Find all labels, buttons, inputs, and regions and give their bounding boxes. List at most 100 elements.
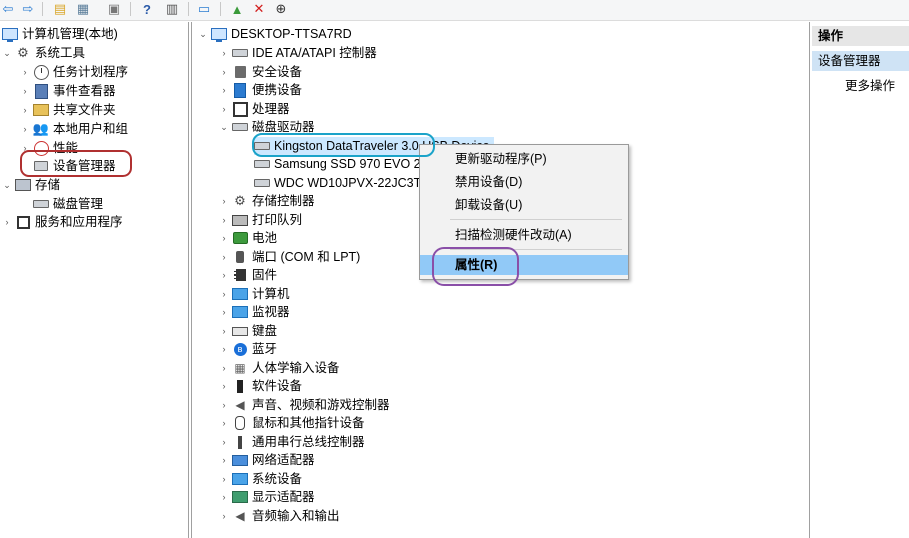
menu-item-update-driver[interactable]: 更新驱动程序(P) — [420, 149, 628, 169]
help-icon[interactable]: ? — [139, 1, 155, 17]
device-category2-12[interactable]: › 鼠标和其他指针设备 — [219, 414, 365, 432]
chevron-right-icon[interactable]: › — [20, 63, 30, 81]
chevron-right-icon[interactable]: › — [219, 248, 229, 266]
actions-pane: 操作 设备管理器 更多操作 — [812, 22, 909, 538]
chevron-right-icon[interactable]: › — [219, 470, 229, 488]
chevron-right-icon[interactable]: › — [20, 120, 30, 138]
properties-icon[interactable]: ▣ — [106, 1, 122, 17]
device-category2-4[interactable]: › 固件 — [219, 266, 278, 284]
device-category2-10[interactable]: › 软件设备 — [219, 377, 303, 395]
device-category2-8[interactable]: › ʙ 蓝牙 — [219, 340, 278, 358]
device-tree-root[interactable]: ⌄ DESKTOP-TTSA7RD — [198, 25, 352, 43]
tree-root[interactable]: 计算机管理(本地) — [2, 25, 118, 43]
computer-management-icon — [2, 26, 18, 42]
storage-controller-icon: ⚙ — [234, 193, 246, 208]
device-tree-label: IDE ATA/ATAPI 控制器 — [252, 46, 377, 60]
menu-item-scan-hardware[interactable]: 扫描检测硬件改动(A) — [420, 225, 628, 245]
chevron-right-icon[interactable]: › — [219, 414, 229, 432]
chevron-down-icon[interactable]: ⌄ — [2, 44, 12, 62]
chevron-right-icon[interactable]: › — [219, 451, 229, 469]
monitor-icon[interactable]: ▭ — [196, 1, 212, 17]
actions-section-device-manager[interactable]: 设备管理器 — [812, 51, 909, 71]
forward-arrow-icon[interactable]: ⇨ — [20, 1, 36, 17]
disk-item-2[interactable]: WDC WD10JPVX-22JC3T — [254, 174, 421, 192]
device-tree-label: Samsung SSD 970 EVO 2 — [274, 157, 421, 171]
chevron-right-icon[interactable]: › — [219, 211, 229, 229]
chevron-right-icon[interactable]: › — [219, 229, 229, 247]
device-tree-label: 计算机 — [252, 287, 290, 301]
action-pane-icon[interactable]: ▥ — [164, 1, 180, 17]
menu-item-disable-device[interactable]: 禁用设备(D) — [420, 172, 628, 192]
chevron-right-icon[interactable]: › — [20, 101, 30, 119]
chevron-right-icon[interactable]: › — [2, 213, 12, 231]
device-category2-17[interactable]: › ◀ 音频输入和输出 — [219, 507, 340, 525]
chevron-right-icon[interactable]: › — [219, 322, 229, 340]
device-category2-16[interactable]: › 显示适配器 — [219, 488, 315, 506]
device-tree-label: 网络适配器 — [252, 453, 315, 467]
system-device-icon — [232, 471, 248, 487]
chevron-right-icon[interactable]: › — [219, 359, 229, 377]
device-category2-13[interactable]: › 通用串行总线控制器 — [219, 433, 365, 451]
port-icon — [232, 249, 248, 265]
device-category-1[interactable]: › 安全设备 — [219, 63, 303, 81]
device-category2-7[interactable]: › 键盘 — [219, 322, 278, 340]
tree-item-label: 本地用户和组 — [53, 122, 129, 136]
scan-icon[interactable]: ⊕ — [273, 1, 289, 17]
chevron-right-icon[interactable]: › — [219, 100, 229, 118]
menu-item-uninstall-device[interactable]: 卸载设备(U) — [420, 195, 628, 215]
up-folder-icon[interactable]: ▤ — [52, 1, 68, 17]
computer-icon — [232, 286, 248, 302]
tree-item-system-tools[interactable]: ⌄ ⚙ 系统工具 — [2, 44, 85, 62]
device-tree-label: 端口 (COM 和 LPT) — [252, 250, 361, 264]
device-category2-9[interactable]: › ▦ 人体学输入设备 — [219, 359, 340, 377]
more-actions-link[interactable]: 更多操作 — [812, 76, 909, 96]
device-category2-11[interactable]: › ◀ 声音、视频和游戏控制器 — [219, 396, 390, 414]
pane-divider[interactable] — [188, 22, 189, 538]
chevron-down-icon[interactable]: ⌄ — [2, 176, 12, 194]
chevron-right-icon[interactable]: › — [219, 377, 229, 395]
chevron-right-icon[interactable]: › — [219, 192, 229, 210]
chevron-right-icon[interactable]: › — [20, 82, 30, 100]
device-category-2[interactable]: › 便携设备 — [219, 81, 302, 99]
device-category2-5[interactable]: › 计算机 — [219, 285, 290, 303]
tree-item-label: 存储 — [35, 178, 61, 192]
tree-item-services[interactable]: › 服务和应用程序 — [2, 213, 123, 231]
chevron-right-icon[interactable]: › — [219, 507, 229, 525]
device-category2-14[interactable]: › 网络适配器 — [219, 451, 315, 469]
device-category-3[interactable]: › 处理器 — [219, 100, 290, 118]
show-hide-tree-icon[interactable]: ▦ — [75, 1, 91, 17]
device-category2-3[interactable]: › 端口 (COM 和 LPT) — [219, 248, 361, 266]
back-arrow-icon[interactable]: ⇦ — [0, 1, 16, 17]
chevron-right-icon[interactable]: › — [219, 266, 229, 284]
chevron-right-icon[interactable]: › — [219, 488, 229, 506]
tree-item-disk-management[interactable]: 磁盘管理 — [33, 195, 103, 213]
chevron-right-icon[interactable]: › — [219, 285, 229, 303]
chevron-down-icon[interactable]: ⌄ — [219, 118, 229, 136]
device-category2-2[interactable]: › 电池 — [219, 229, 278, 247]
device-tree-label: 打印队列 — [252, 213, 303, 227]
tree-item-storage[interactable]: ⌄ 存储 — [2, 176, 60, 194]
device-category2-15[interactable]: › 系统设备 — [219, 470, 303, 488]
chevron-right-icon[interactable]: › — [219, 81, 229, 99]
chevron-right-icon[interactable]: › — [219, 44, 229, 62]
device-category2-0[interactable]: › ⚙ 存储控制器 — [219, 192, 315, 210]
tree-item-label: 任务计划程序 — [53, 65, 129, 79]
chevron-right-icon[interactable]: › — [219, 303, 229, 321]
device-tree-label: WDC WD10JPVX-22JC3T — [274, 176, 422, 190]
disk-item-1[interactable]: Samsung SSD 970 EVO 2 — [254, 155, 421, 173]
chevron-right-icon[interactable]: › — [219, 433, 229, 451]
chevron-down-icon[interactable]: ⌄ — [198, 25, 208, 43]
chevron-right-icon[interactable]: › — [219, 63, 229, 81]
device-tree-label: 鼠标和其他指针设备 — [252, 416, 365, 430]
device-category2-6[interactable]: › 监视器 — [219, 303, 290, 321]
chevron-right-icon[interactable]: › — [219, 396, 229, 414]
tree-item-event-viewer[interactable]: › 事件查看器 — [20, 82, 116, 100]
tree-item-local-users[interactable]: › 👥 本地用户和组 — [20, 120, 129, 138]
uninstall-icon[interactable]: ✕ — [251, 1, 267, 17]
tree-item-shared-folders[interactable]: › 共享文件夹 — [20, 101, 116, 119]
device-category2-1[interactable]: › 打印队列 — [219, 211, 303, 229]
tree-item-task-scheduler[interactable]: › 任务计划程序 — [20, 63, 128, 81]
chevron-right-icon[interactable]: › — [219, 340, 229, 358]
device-category-0[interactable]: › IDE ATA/ATAPI 控制器 — [219, 44, 377, 62]
update-driver-icon[interactable]: ▲ — [229, 1, 245, 17]
